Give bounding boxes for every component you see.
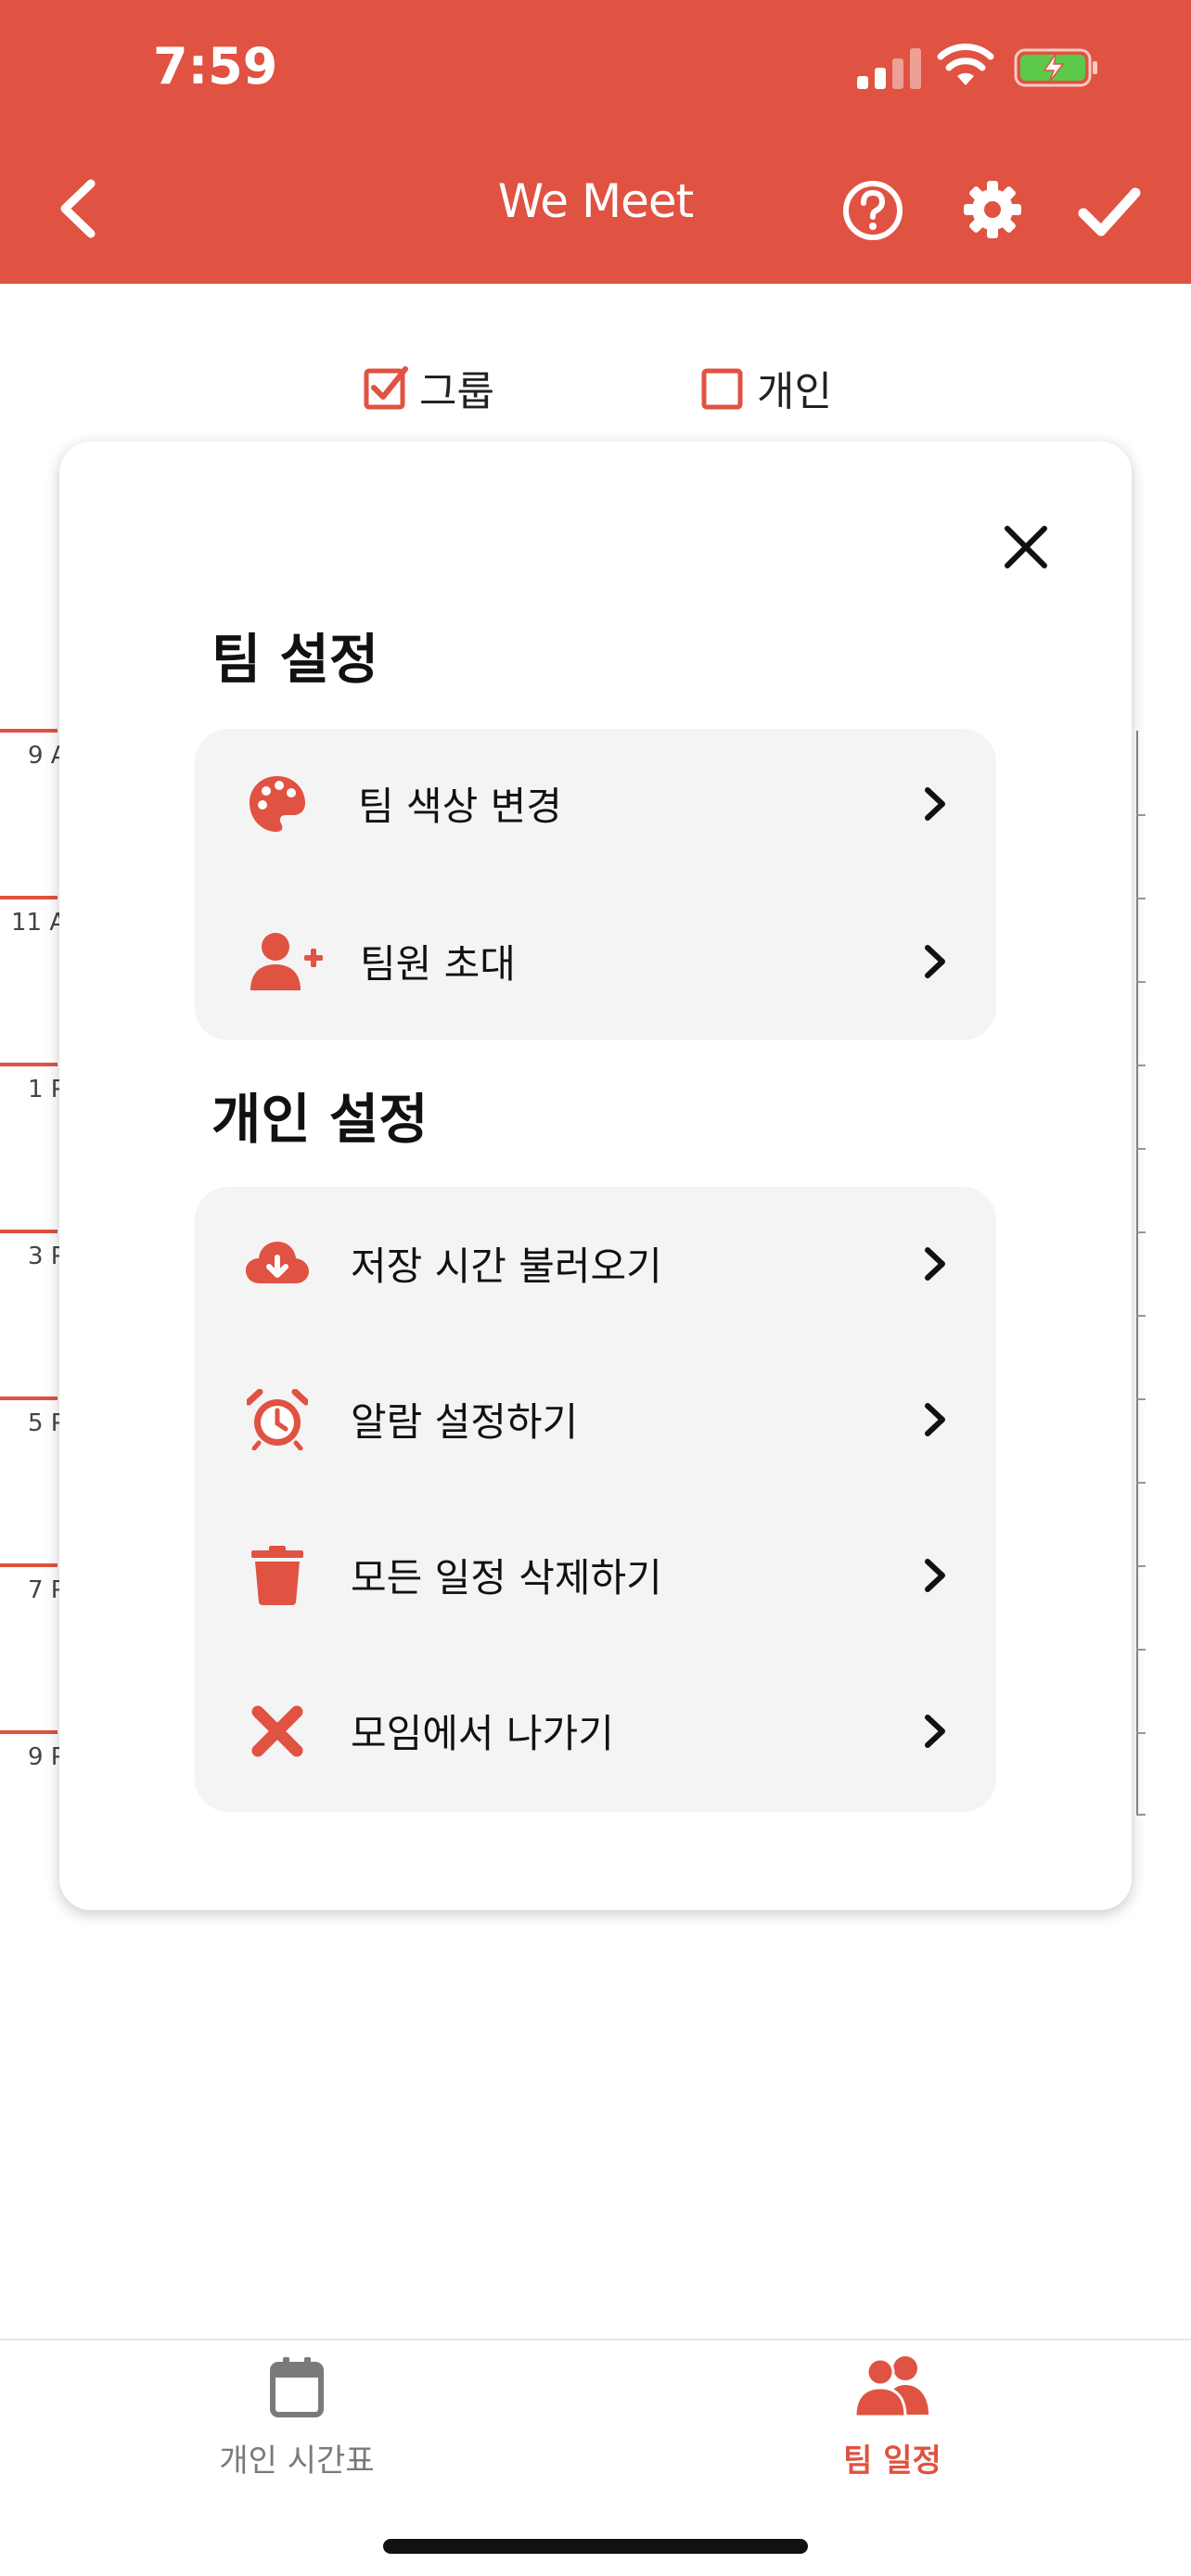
tab-personal-timetable-label: 개인 시간표 [219, 2442, 375, 2480]
grid-line [1136, 1649, 1146, 1651]
wifi-icon [937, 44, 994, 85]
palette-icon [250, 776, 305, 832]
leave-group-item[interactable]: 모임에서 나가기 [195, 1662, 996, 1801]
chevron-right-icon [925, 945, 945, 978]
timeline-marker [0, 896, 58, 899]
grid-line [1136, 814, 1146, 816]
chevron-right-icon [925, 787, 945, 821]
grid-line [1136, 898, 1146, 899]
checkbox-checked-icon [364, 366, 408, 410]
load-saved-time-label: 저장 시간 불러오기 [351, 1243, 662, 1289]
tab-personal-timetable[interactable]: 개인 시간표 [158, 2355, 436, 2480]
personal-toggle[interactable]: 개인 [701, 360, 832, 415]
grid-line [1136, 1315, 1146, 1317]
chevron-right-icon [925, 1247, 945, 1281]
group-toggle[interactable]: 그룹 [364, 360, 494, 415]
team-settings-title: 팀 설정 [211, 628, 379, 691]
delete-all-schedules-label: 모든 일정 삭제하기 [351, 1555, 662, 1600]
confirm-check-button[interactable] [1078, 184, 1141, 239]
grid-line [1136, 1398, 1146, 1400]
help-button[interactable] [842, 180, 903, 241]
cellular-signal-icon [857, 48, 921, 89]
load-saved-time-item[interactable]: 저장 시간 불러오기 [195, 1194, 996, 1333]
grid-line [1136, 1732, 1146, 1734]
home-indicator [383, 2539, 808, 2554]
grid-line [1136, 1065, 1146, 1066]
trash-icon [251, 1546, 303, 1605]
timeline-marker [0, 729, 58, 733]
timeline-marker [0, 1730, 58, 1734]
tab-bar-divider [0, 2339, 1191, 2340]
grid-line [1136, 1814, 1146, 1816]
timeline-marker [0, 1063, 58, 1066]
grid-line [1136, 1231, 1146, 1233]
timeline-marker [0, 1563, 58, 1567]
change-team-color-item[interactable]: 팀 색상 변경 [195, 734, 996, 874]
close-button[interactable] [1000, 521, 1052, 573]
cloud-download-icon [246, 1242, 309, 1283]
chevron-right-icon [925, 1715, 945, 1748]
grid-line [1136, 1565, 1146, 1567]
grid-line [1136, 981, 1146, 983]
timeline-marker [0, 1396, 58, 1400]
alarm-settings-item[interactable]: 알람 설정하기 [195, 1350, 996, 1489]
checkbox-empty-icon [701, 368, 743, 410]
grid-line [1136, 1148, 1146, 1150]
timeline-marker [0, 1230, 58, 1233]
timetable-grid-edge [1136, 731, 1147, 1816]
user-plus-icon [250, 933, 323, 990]
leave-group-label: 모임에서 나가기 [351, 1711, 614, 1756]
tab-team-schedule-label: 팀 일정 [843, 2442, 941, 2480]
calendar-icon [270, 2357, 324, 2417]
time-label: 11 A [11, 909, 67, 937]
status-time: 7:59 [153, 37, 278, 96]
grid-line [1136, 1482, 1146, 1484]
x-mark-icon [251, 1705, 303, 1757]
invite-member-label: 팀원 초대 [360, 941, 516, 987]
group-toggle-label: 그룹 [419, 368, 494, 415]
chevron-right-icon [925, 1559, 945, 1592]
battery-charging-icon [1014, 48, 1097, 87]
alarm-settings-label: 알람 설정하기 [351, 1399, 579, 1445]
alarm-clock-icon [247, 1389, 308, 1450]
users-icon [854, 2356, 928, 2418]
personal-toggle-label: 개인 [757, 368, 832, 415]
personal-settings-title: 개인 설정 [211, 1088, 429, 1151]
delete-all-schedules-item[interactable]: 모든 일정 삭제하기 [195, 1506, 996, 1645]
change-team-color-label: 팀 색상 변경 [358, 784, 562, 829]
tab-team-schedule[interactable]: 팀 일정 [753, 2355, 1031, 2480]
chevron-right-icon [925, 1403, 945, 1436]
invite-member-item[interactable]: 팀원 초대 [195, 892, 996, 1031]
settings-button[interactable] [963, 180, 1022, 239]
